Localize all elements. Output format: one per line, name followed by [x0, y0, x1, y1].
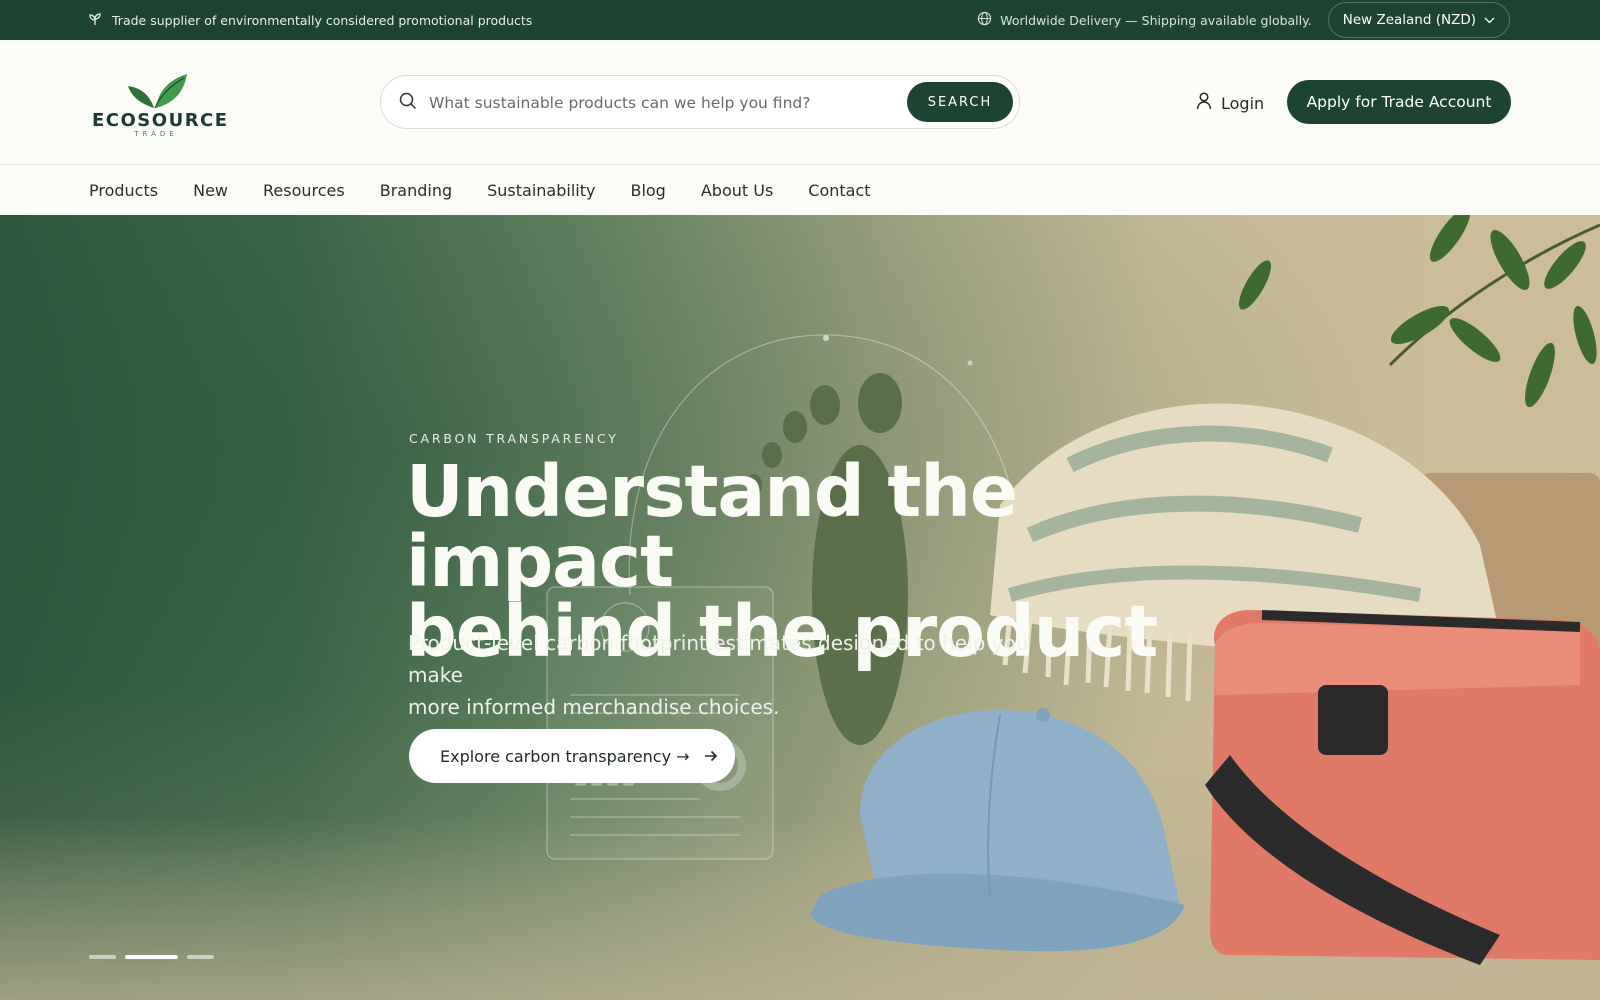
nav-item-branding[interactable]: Branding [380, 181, 452, 200]
site-header: ECOSOURCE TRADE SEARCH Login Apply for T… [0, 40, 1600, 165]
carousel-dot-2[interactable] [125, 955, 178, 959]
subtext-line-2: more informed merchandise choices. [408, 695, 780, 719]
nav-item-about-us[interactable]: About Us [701, 181, 773, 200]
sprout-icon [88, 12, 102, 29]
arc-node [967, 360, 973, 366]
hero-banner: CARBON TRANSPARENCY Understand the impac… [0, 215, 1600, 1000]
login-link[interactable]: Login [1196, 92, 1264, 114]
logo[interactable]: ECOSOURCE TRADE [92, 70, 229, 138]
headline-line-1: Understand the impact [406, 450, 1018, 603]
nav-item-resources[interactable]: Resources [263, 181, 345, 200]
nav-item-blog[interactable]: Blog [630, 181, 665, 200]
logo-subtitle: TRADE [134, 130, 178, 138]
nav-item-products[interactable]: Products [89, 181, 158, 200]
arrow-right-icon [704, 747, 718, 766]
search-button[interactable]: SEARCH [907, 82, 1013, 122]
globe-icon [977, 11, 992, 29]
hero-eyebrow: CARBON TRANSPARENCY [409, 431, 619, 446]
arc-node [823, 335, 829, 341]
carousel-dot-1[interactable] [89, 955, 116, 959]
login-label: Login [1221, 93, 1265, 113]
explore-carbon-button[interactable]: Explore carbon transparency → [409, 729, 735, 783]
tagline-text: Trade supplier of environmentally consid… [112, 12, 533, 28]
cta-label: Explore carbon transparency → [440, 746, 690, 766]
subtext-line-1: Product-level carbon footprint estimates… [408, 631, 1029, 687]
hero-subtext: Product-level carbon footprint estimates… [408, 627, 1068, 723]
olive-branch [1238, 215, 1600, 408]
carousel-dot-3[interactable] [187, 955, 214, 959]
currency-label: New Zealand (NZD) [1342, 12, 1476, 28]
blue-cap [810, 708, 1185, 952]
currency-selector[interactable]: New Zealand (NZD) [1327, 2, 1510, 38]
logo-wordmark: ECOSOURCE [92, 110, 229, 131]
delivery-text: Worldwide Delivery — Shipping available … [1000, 12, 1312, 28]
top-announcement-bar: Trade supplier of environmentally consid… [0, 0, 1600, 40]
delivery-info: Worldwide Delivery — Shipping available … [977, 11, 1312, 29]
search-bar: SEARCH [380, 75, 1020, 129]
apply-trade-account-button[interactable]: Apply for Trade Account [1287, 80, 1511, 124]
nav-item-sustainability[interactable]: Sustainability [487, 181, 595, 200]
search-icon [399, 92, 417, 114]
leaf-logo-icon [128, 74, 187, 109]
chevron-down-icon [1484, 12, 1495, 28]
main-navigation: Products New Resources Branding Sustaina… [0, 165, 1600, 215]
user-icon [1196, 92, 1212, 114]
nav-item-contact[interactable]: Contact [808, 181, 870, 200]
nav-item-new[interactable]: New [193, 181, 228, 200]
search-input[interactable] [429, 88, 869, 118]
carousel-indicators [89, 955, 214, 959]
tagline: Trade supplier of environmentally consid… [88, 0, 532, 40]
